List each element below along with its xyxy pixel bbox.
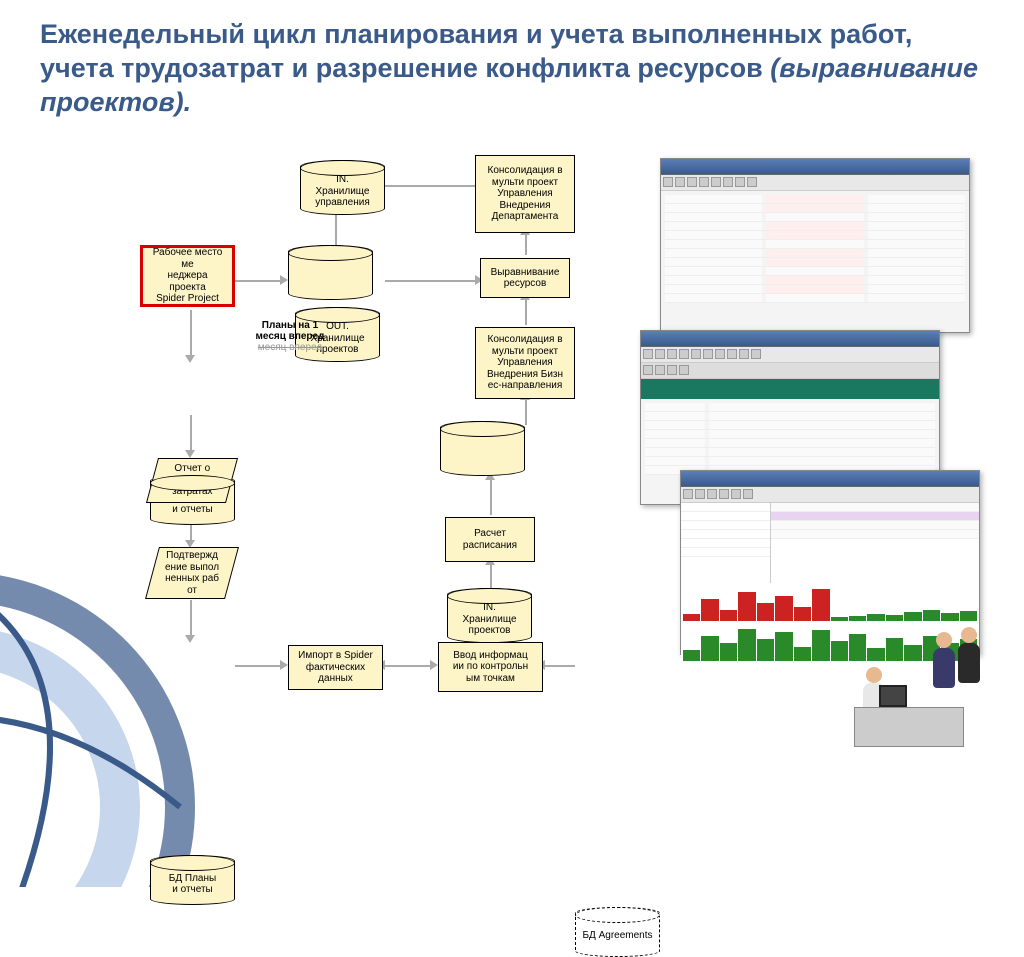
annotation-plans: Планы на 1 месяц вперед месяц вперед xyxy=(245,320,335,353)
node-db-agreements: БД Agreements xyxy=(575,907,660,957)
label: Рабочее место менеджерапроектаSpider Pro… xyxy=(146,247,229,305)
label: БД Agreements xyxy=(582,930,652,942)
node-resource-leveling: Выравниваниересурсов xyxy=(480,258,570,298)
flowchart-diagram: IN.Хранилищеуправления Консолидация вмул… xyxy=(0,155,1024,767)
node-confirm-work: Подтверждение выполненных работ xyxy=(145,547,239,599)
label: IN.Хранилищепроектов xyxy=(463,602,517,637)
node-db-plans-2: БД Планыи отчеты xyxy=(150,855,235,905)
label: Консолидация вмульти проектУправленияВне… xyxy=(488,165,563,223)
label: Ввод информации по контрольным точкам xyxy=(453,650,528,685)
node-in-mgmt-store: IN.Хранилищеуправления xyxy=(300,160,385,215)
label: Подтверждение выполненных работ xyxy=(165,550,219,596)
annot-l3: месяц вперед xyxy=(258,342,322,353)
node-input-control-points: Ввод информации по контрольным точкам xyxy=(438,642,543,692)
label: Консолидация вмульти проектУправленияВне… xyxy=(487,334,563,392)
label: БД Планыи отчеты xyxy=(169,873,216,896)
page-title: Еженедельный цикл планирования и учета в… xyxy=(40,18,984,119)
annot-l2: месяц вперед xyxy=(256,331,325,342)
label: Импорт в Spiderфактическихданных xyxy=(298,650,373,685)
label: Выравниваниересурсов xyxy=(491,267,560,290)
node-consolidation-dept: Консолидация вмульти проектУправленияВне… xyxy=(475,155,575,233)
label: Расчетрасписания xyxy=(463,528,517,551)
label: IN.Хранилищеуправления xyxy=(315,174,370,209)
annot-l1: Планы на 1 xyxy=(262,320,318,331)
node-in-project-store: IN.Хранилищепроектов xyxy=(447,588,532,643)
node-schedule-calc: Расчетрасписания xyxy=(445,517,535,562)
node-workplace-spider: Рабочее место менеджерапроектаSpider Pro… xyxy=(140,245,235,307)
node-consolidation-biz: Консолидация вмульти проектУправленияВне… xyxy=(475,327,575,399)
node-import-spider: Импорт в Spiderфактическихданных xyxy=(288,645,383,690)
